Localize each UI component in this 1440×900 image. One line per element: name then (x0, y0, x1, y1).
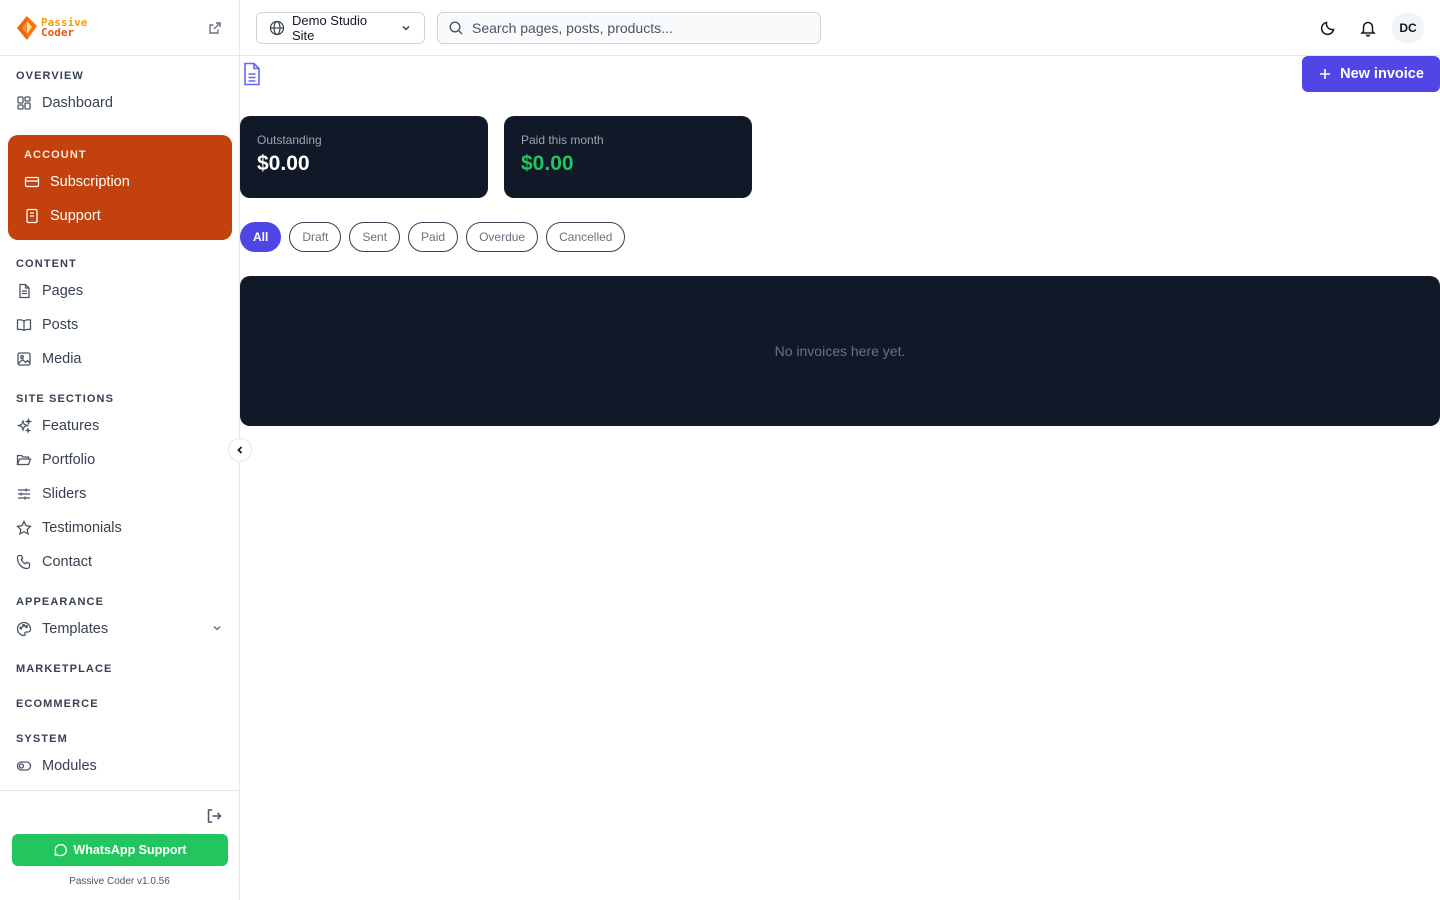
sidebar-item-label: Features (42, 418, 100, 434)
chevron-left-icon (234, 444, 246, 456)
search-icon (448, 20, 464, 36)
new-invoice-button[interactable]: New invoice (1302, 56, 1440, 92)
sidebar-item-testimonials[interactable]: Testimonials (16, 518, 122, 538)
filter-chip-draft[interactable]: Draft (289, 222, 342, 252)
global-search (437, 12, 821, 44)
sidebar-item-label: Dashboard (42, 95, 113, 111)
globe-icon (269, 20, 285, 36)
sidebar-item-label: Modules (42, 758, 97, 774)
section-label-site-sections: SITE SECTIONS (16, 393, 115, 405)
paid-this-month-value: $0.00 (521, 152, 574, 175)
sidebar-footer: WhatsApp Support Passive Coder v1.0.56 (0, 790, 239, 900)
paid-this-month-label: Paid this month (521, 133, 604, 147)
invoice-status-filters: All Draft Sent Paid Overdue Cancelled (240, 222, 626, 252)
top-bar: Demo Studio Site DC (240, 0, 1440, 56)
search-input[interactable] (472, 20, 810, 36)
filter-chip-all[interactable]: All (240, 222, 282, 252)
new-invoice-label: New invoice (1340, 66, 1424, 82)
filter-chip-sent[interactable]: Sent (349, 222, 401, 252)
sidebar-item-label: Portfolio (42, 452, 96, 468)
app-version: Passive Coder v1.0.56 (69, 876, 170, 887)
section-label-appearance: APPEARANCE (16, 596, 105, 608)
outstanding-label: Outstanding (257, 133, 322, 147)
chevron-down-icon (400, 22, 412, 34)
sidebar-item-media[interactable]: Media (16, 349, 82, 369)
section-label-overview: OVERVIEW (16, 70, 84, 82)
sliders-icon (16, 486, 32, 502)
sidebar-item-templates[interactable]: Templates (16, 619, 108, 639)
palette-icon (16, 621, 32, 637)
sidebar-item-portfolio[interactable]: Portfolio (16, 450, 95, 470)
star-icon (16, 520, 32, 536)
phone-icon (16, 554, 32, 570)
credit-card-icon (24, 174, 40, 190)
dashboard-icon (16, 95, 32, 111)
logo-mark-icon (16, 15, 38, 41)
invoice-list-empty-state: No invoices here yet. (240, 276, 1440, 426)
external-link-icon[interactable] (207, 20, 223, 36)
sidebar-item-label: Pages (42, 283, 84, 299)
support-icon (24, 208, 40, 224)
folder-open-icon (16, 452, 32, 468)
sidebar-item-label: Testimonials (42, 520, 122, 536)
whatsapp-icon (53, 843, 68, 857)
outstanding-value: $0.00 (257, 152, 310, 175)
image-icon (16, 351, 32, 367)
invoice-document-icon (242, 62, 262, 86)
sidebar-item-pages[interactable]: Pages (16, 281, 83, 301)
sidebar-item-label: Templates (42, 621, 109, 637)
sidebar-item-label: Media (42, 351, 82, 367)
brand-text: Passive Coder (41, 17, 87, 39)
sidebar-item-subscription[interactable]: Subscription (24, 172, 130, 192)
site-selector-label: Demo Studio Site (292, 13, 368, 43)
collapse-sidebar-button[interactable] (228, 438, 252, 462)
sidebar-item-dashboard[interactable]: Dashboard (16, 93, 113, 113)
file-text-icon (16, 283, 32, 299)
sidebar-item-label: Support (50, 208, 101, 224)
sidebar-item-label: Sliders (42, 486, 87, 502)
paid-this-month-card: Paid this month $0.00 (504, 116, 752, 198)
section-label-system: SYSTEM (16, 733, 68, 745)
brand-logo[interactable]: Passive Coder (16, 15, 87, 41)
account-section: ACCOUNT Subscription Support (8, 135, 232, 240)
brand-line2: Coder (41, 25, 75, 39)
sidebar: Passive Coder OVERVIEW Dashboard ACCOUNT… (0, 0, 240, 900)
toggle-icon (16, 758, 32, 774)
templates-chevron-down-icon[interactable] (211, 622, 223, 634)
sidebar-item-modules[interactable]: Modules (16, 756, 97, 776)
logout-icon[interactable] (205, 807, 223, 825)
sidebar-item-sliders[interactable]: Sliders (16, 484, 86, 504)
notifications-bell-icon[interactable] (1359, 19, 1377, 37)
filter-chip-cancelled[interactable]: Cancelled (546, 222, 626, 252)
whatsapp-support-button[interactable]: WhatsApp Support (12, 834, 228, 866)
filter-chip-paid[interactable]: Paid (408, 222, 459, 252)
sidebar-item-label: Posts (42, 317, 79, 333)
sidebar-item-label: Contact (42, 554, 92, 570)
sparkles-icon (16, 418, 32, 434)
dark-mode-moon-icon[interactable] (1319, 19, 1337, 37)
empty-state-message: No invoices here yet. (774, 343, 906, 359)
section-label-marketplace[interactable]: MARKETPLACE (0, 663, 112, 675)
section-label-content: CONTENT (16, 258, 77, 270)
filter-chip-overdue[interactable]: Overdue (466, 222, 539, 252)
section-label-ecommerce[interactable]: ECOMMERCE (0, 698, 99, 710)
sidebar-item-contact[interactable]: Contact (16, 552, 92, 572)
whatsapp-label: WhatsApp Support (73, 843, 187, 857)
section-label-account: ACCOUNT (24, 149, 87, 161)
site-selector[interactable]: Demo Studio Site (256, 12, 425, 44)
book-open-icon (16, 317, 32, 333)
sidebar-item-support[interactable]: Support (24, 206, 101, 226)
plus-icon (1318, 67, 1332, 81)
user-avatar[interactable]: DC (1392, 12, 1424, 44)
sidebar-item-posts[interactable]: Posts (16, 315, 78, 335)
sidebar-item-features[interactable]: Features (16, 416, 99, 436)
logo-row: Passive Coder (0, 0, 239, 56)
sidebar-item-label: Subscription (50, 174, 130, 190)
outstanding-card: Outstanding $0.00 (240, 116, 488, 198)
